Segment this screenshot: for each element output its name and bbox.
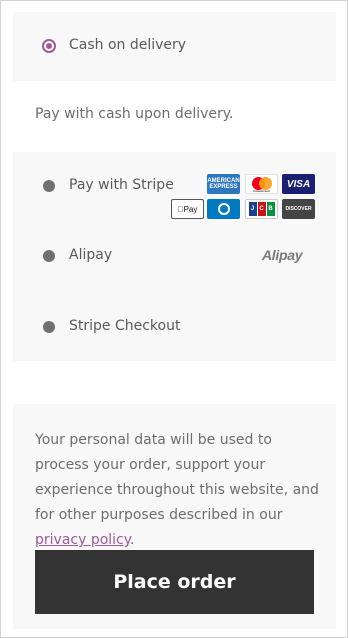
jcb-icon: JCB xyxy=(245,199,278,219)
stripe-checkout-radio[interactable] xyxy=(43,321,55,333)
privacy-notice: Your personal data will be used to proce… xyxy=(35,428,325,553)
stripe-label[interactable]: Pay with Stripe xyxy=(69,177,174,193)
cod-radio[interactable] xyxy=(42,39,56,53)
mastercard-icon: mastercard xyxy=(245,174,278,194)
visa-icon: VISA xyxy=(282,174,315,194)
privacy-text-after: . xyxy=(130,532,135,548)
cod-description: Pay with cash upon delivery. xyxy=(35,106,234,122)
privacy-policy-link[interactable]: privacy policy xyxy=(35,532,130,548)
alipay-logo-icon: Alipay xyxy=(262,247,303,263)
place-order-button[interactable]: Place order xyxy=(35,550,314,614)
stripe-checkout-label[interactable]: Stripe Checkout xyxy=(69,318,180,334)
diners-club-icon xyxy=(207,199,240,219)
amex-icon: AMERICAN EXPRESS xyxy=(207,174,240,194)
discover-icon: DISCOVER xyxy=(282,199,315,219)
stripe-radio[interactable] xyxy=(43,180,55,192)
cod-label[interactable]: Cash on delivery xyxy=(69,37,186,53)
privacy-text-before: Your personal data will be used to proce… xyxy=(35,432,319,523)
alipay-radio[interactable] xyxy=(43,250,55,262)
apple-pay-icon: Pay xyxy=(171,199,204,219)
alipay-label[interactable]: Alipay xyxy=(69,247,112,263)
